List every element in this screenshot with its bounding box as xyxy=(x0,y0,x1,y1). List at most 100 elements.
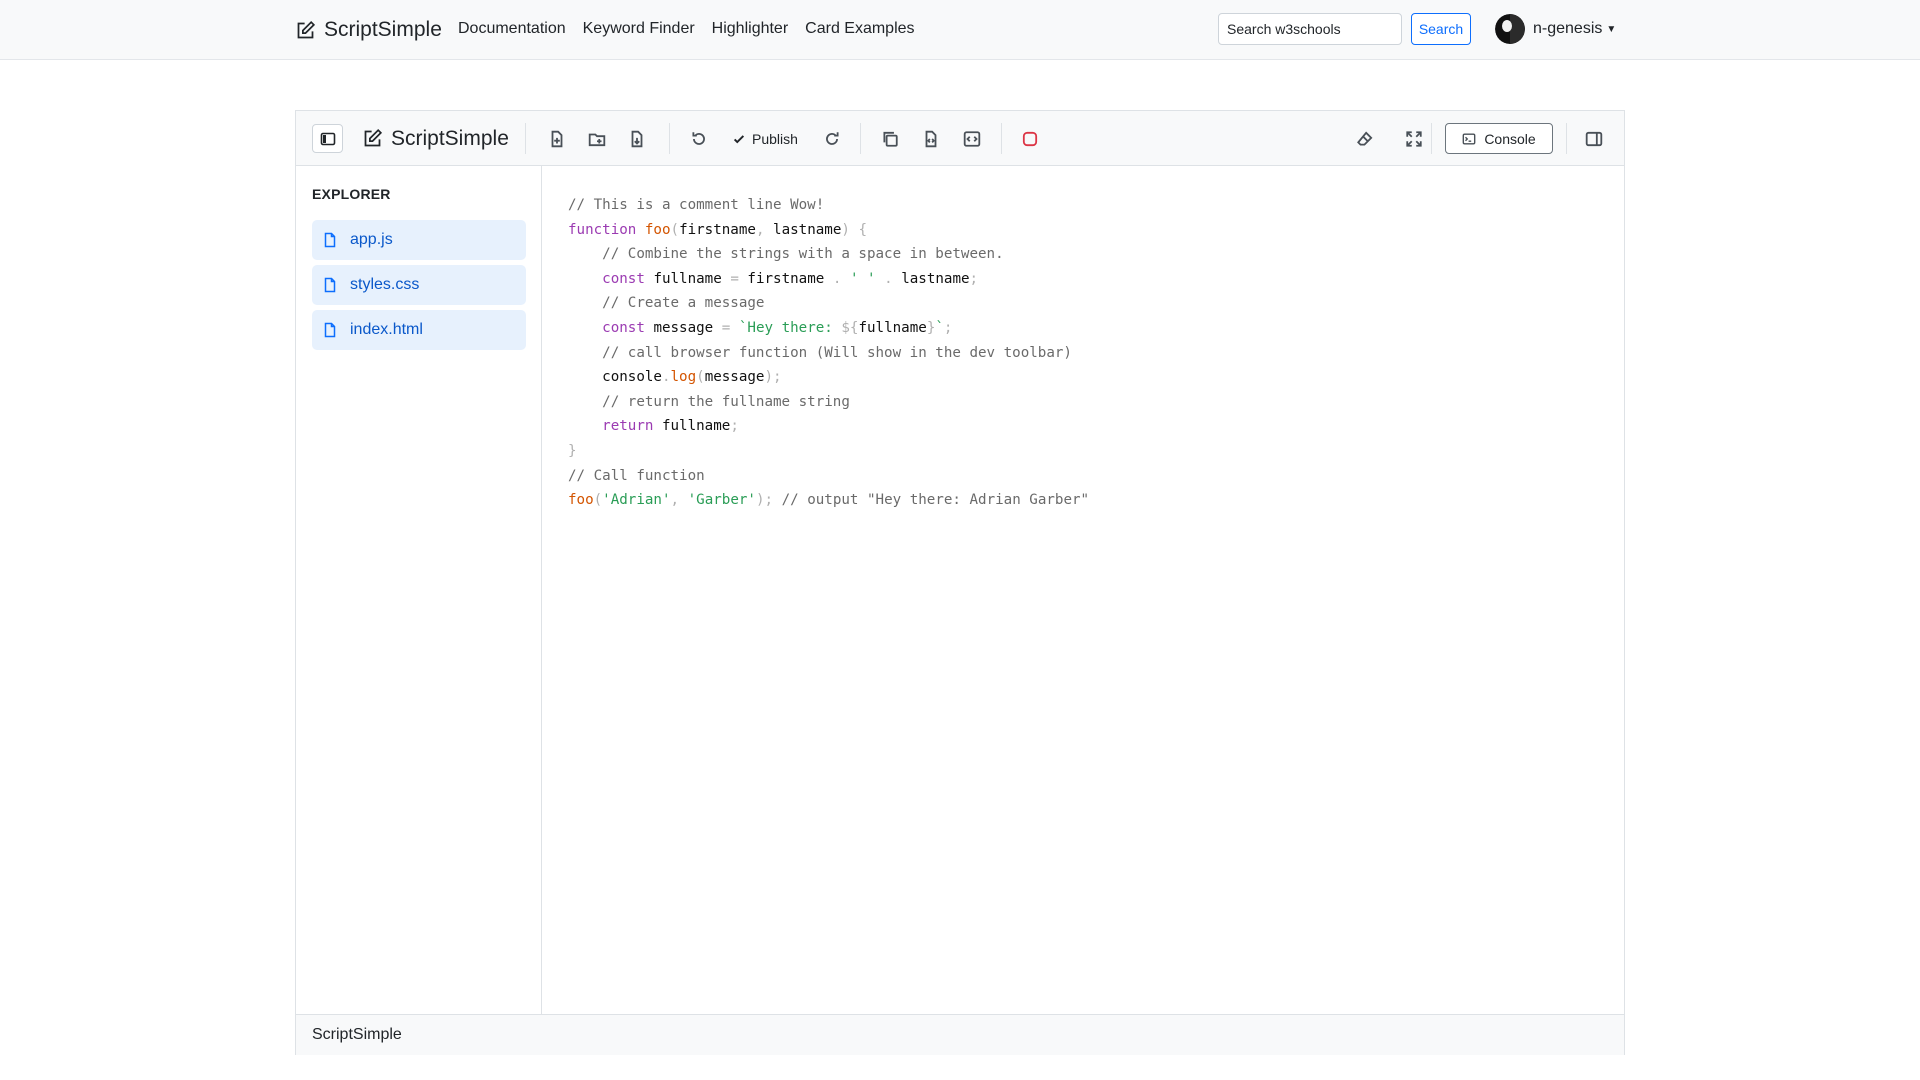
code-variable: message xyxy=(704,369,765,386)
code-line-10: return fullname; xyxy=(602,418,739,435)
file-code-button[interactable] xyxy=(913,111,949,166)
code-line-6: const message = `Hey there: ${fullname}`… xyxy=(602,319,953,336)
file-name: styles.css xyxy=(350,276,420,293)
editor-panel: ScriptSimple Publish Console EXPLORER ap… xyxy=(295,110,1625,1055)
explorer-sidebar: EXPLORER app.js styles.css index.html xyxy=(296,166,542,1014)
check-icon xyxy=(733,134,745,143)
editor-footer: ScriptSimple xyxy=(296,1014,1624,1055)
publish-button[interactable]: Publish xyxy=(732,111,798,166)
code-comment: // return the fullname string xyxy=(602,393,850,410)
explorer-title: EXPLORER xyxy=(312,186,391,202)
code-variable: message xyxy=(653,319,714,336)
code-function: foo xyxy=(644,221,671,238)
toolbar-brand-label: ScriptSimple xyxy=(391,126,509,150)
new-folder-button[interactable] xyxy=(579,111,615,166)
eraser-button[interactable] xyxy=(1347,111,1383,166)
code-line-9: // return the fullname string xyxy=(568,390,1624,415)
toolbar-divider xyxy=(1566,123,1567,154)
undo-icon xyxy=(692,131,705,145)
code-comment: // Call function xyxy=(568,467,705,484)
code-line-7: // call browser function (Will show in t… xyxy=(568,341,1624,366)
code-variable: firstname xyxy=(747,270,825,287)
new-file-button[interactable] xyxy=(539,111,575,166)
embed-code-button[interactable] xyxy=(954,111,990,166)
toolbar-divider xyxy=(525,123,526,154)
nav-link-documentation[interactable]: Documentation xyxy=(458,18,566,40)
code-keyword: return xyxy=(602,418,654,435)
toggle-right-panel-button[interactable] xyxy=(1576,111,1612,166)
code-variable: firstname xyxy=(679,221,756,238)
file-name: app.js xyxy=(350,231,393,248)
file-name: index.html xyxy=(350,321,423,338)
search-button[interactable]: Search xyxy=(1411,13,1471,45)
layout-sidebar-icon xyxy=(320,132,335,145)
fullscreen-button[interactable] xyxy=(1396,111,1432,166)
code-string: 'Garber' xyxy=(687,492,756,509)
pencil-square-icon xyxy=(297,20,316,38)
nav-link-card-examples[interactable]: Card Examples xyxy=(805,18,914,40)
refresh-icon xyxy=(826,131,839,145)
navbar-brand-label: ScriptSimple xyxy=(324,18,442,41)
top-navbar: ScriptSimple Documentation Keyword Finde… xyxy=(0,0,1920,60)
code-line-1: // This is a comment line Wow! xyxy=(568,193,1624,218)
toolbar-divider xyxy=(1001,123,1002,154)
console-button[interactable]: Console xyxy=(1445,123,1553,154)
toolbar-brand: ScriptSimple xyxy=(362,111,509,166)
file-item-app-js[interactable]: app.js xyxy=(312,220,526,260)
navbar-links: Documentation Keyword Finder Highlighter… xyxy=(458,18,932,40)
download-file-button[interactable] xyxy=(619,111,655,166)
code-function: foo xyxy=(568,492,594,509)
code-variable: fullname xyxy=(653,270,722,287)
code-variable: lastname xyxy=(773,221,842,238)
code-line-8: console.log(message); xyxy=(602,369,782,386)
code-variable: console xyxy=(602,369,662,386)
username: n-genesis xyxy=(1533,20,1603,37)
file-icon xyxy=(324,232,336,248)
code-comment: // This is a comment line Wow! xyxy=(568,197,825,213)
copy-icon xyxy=(883,131,898,147)
file-icon xyxy=(324,322,336,338)
code-line-5: // Create a message xyxy=(568,291,1624,316)
nav-link-keyword-finder[interactable]: Keyword Finder xyxy=(583,18,695,40)
editor-toolbar: ScriptSimple Publish Console xyxy=(296,111,1624,166)
file-item-index-html[interactable]: index.html xyxy=(312,310,526,350)
code-comment: // call browser function (Will show in t… xyxy=(602,344,1072,361)
code-comment: // Combine the strings with a space in b… xyxy=(602,246,1004,263)
code-string: ' ' xyxy=(849,270,876,287)
toggle-sidebar-button[interactable] xyxy=(312,124,343,153)
pencil-square-icon xyxy=(364,128,383,147)
file-code-icon xyxy=(925,130,937,147)
search-input[interactable] xyxy=(1218,13,1402,45)
toolbar-divider xyxy=(669,123,670,154)
code-line-3: // Combine the strings with a space in b… xyxy=(568,242,1624,267)
nav-link-highlighter[interactable]: Highlighter xyxy=(712,18,788,40)
code-line-13: foo('Adrian', 'Garber'); // output "Hey … xyxy=(568,492,1090,509)
code-variable: lastname xyxy=(901,270,970,287)
eraser-icon xyxy=(1357,130,1373,146)
code-line-12: // Call function xyxy=(568,464,1624,489)
copy-button[interactable] xyxy=(872,111,908,166)
fullscreen-icon xyxy=(1406,130,1422,147)
undo-button[interactable] xyxy=(681,111,717,166)
footer-label: ScriptSimple xyxy=(312,1026,402,1043)
code-function: log xyxy=(670,369,697,386)
code-keyword: const xyxy=(602,319,645,336)
code-editor[interactable]: // This is a comment line Wow! function f… xyxy=(543,166,1624,1014)
avatar xyxy=(1495,14,1525,44)
file-item-styles-css[interactable]: styles.css xyxy=(312,265,526,305)
code-line-11: } xyxy=(568,442,577,459)
stop-icon xyxy=(1022,131,1038,146)
code-comment: // output "Hey there: Adrian Garber" xyxy=(781,492,1090,509)
code-line-4: const fullname = firstname . ' ' . lastn… xyxy=(602,270,979,287)
code-comment: // Create a message xyxy=(602,295,765,312)
user-menu[interactable]: n-genesis ▼ xyxy=(1495,12,1616,46)
code-variable: fullname xyxy=(661,418,731,435)
caret-down-icon: ▼ xyxy=(1606,23,1617,35)
stop-button[interactable] xyxy=(1012,111,1048,166)
code-variable: fullname xyxy=(858,319,927,336)
code-keyword: function xyxy=(568,221,637,238)
navbar-brand[interactable]: ScriptSimple xyxy=(295,14,442,46)
refresh-button[interactable] xyxy=(814,111,850,166)
file-icon xyxy=(324,277,336,293)
code-string: `Hey there: xyxy=(738,319,842,336)
